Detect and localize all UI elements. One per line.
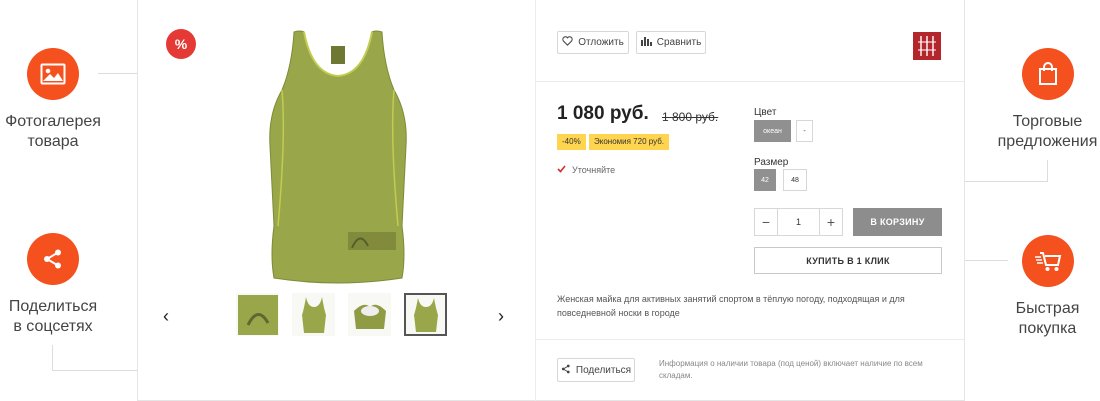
feature-offers-label-2: предложения	[997, 133, 1098, 150]
feature-offers-label-1: Торговые	[1012, 113, 1083, 130]
bar-chart-icon	[640, 36, 652, 49]
feature-quick-buy-label-2: покупка	[1018, 320, 1077, 337]
stock-status: Уточняйте	[557, 165, 615, 175]
gallery-prev-arrow[interactable]: ‹	[163, 306, 169, 327]
card-header-divider	[535, 81, 965, 82]
product-price: 1 080 руб.	[557, 103, 649, 124]
compare-button[interactable]: Сравнить	[636, 31, 706, 54]
feature-quick-buy-label-1: Быстрая	[1015, 300, 1080, 317]
product-description: Женская майка для активных занятий спорт…	[557, 294, 905, 318]
product-card: % ‹ › Отложить Сравнить 1 080 руб. 1 800…	[137, 0, 965, 401]
color-title: Цвет	[754, 107, 777, 118]
connector-offers-rise	[1047, 160, 1048, 182]
brand-logo[interactable]	[913, 32, 941, 60]
availability-note: Информация о наличии товара (под ценой) …	[659, 359, 923, 380]
shopping-bag-icon	[1021, 48, 1074, 100]
feature-share: Поделиться в соцсетях	[0, 233, 106, 337]
quantity-input[interactable]: 1	[777, 209, 820, 235]
quantity-stepper: − 1 +	[754, 208, 843, 236]
feature-quick-buy: Быстрая покупка	[995, 235, 1100, 339]
discount-tag: -40%	[557, 134, 586, 150]
size-title: Размер	[754, 157, 789, 168]
gallery-next-arrow[interactable]: ›	[498, 306, 504, 327]
defer-button[interactable]: Отложить	[557, 31, 629, 54]
feature-gallery: Фотогалерея товара	[0, 48, 106, 152]
compare-label: Сравнить	[656, 37, 702, 48]
fast-cart-icon	[1021, 235, 1074, 287]
color-option-dash[interactable]: -	[796, 120, 813, 142]
feature-share-label-1: Поделиться	[8, 298, 98, 315]
thumbnail-1[interactable]	[236, 293, 279, 336]
checkmark-icon	[557, 165, 566, 175]
feature-share-label-2: в соцсетях	[13, 318, 93, 335]
image-icon	[27, 48, 79, 100]
feature-gallery-label-1: Фотогалерея	[5, 113, 101, 130]
card-column-divider	[535, 0, 536, 401]
size-option-42[interactable]: 42	[754, 169, 776, 191]
feature-offers: Торговые предложения	[995, 48, 1100, 152]
share-button[interactable]: Поделиться	[557, 358, 635, 382]
share-small-icon	[561, 364, 571, 377]
product-old-price: 1 800 руб.	[662, 110, 719, 124]
gallery-thumbnails	[236, 293, 447, 336]
size-option-48[interactable]: 48	[783, 169, 807, 191]
feature-gallery-label-2: товара	[27, 133, 79, 150]
share-label: Поделиться	[575, 364, 632, 376]
stock-status-label: Уточняйте	[572, 165, 616, 175]
economy-tag: Экономия 720 руб.	[589, 134, 670, 150]
quantity-minus-button[interactable]: −	[755, 209, 777, 235]
product-main-image[interactable]	[256, 26, 421, 286]
heart-icon	[562, 36, 573, 49]
color-option-ocean[interactable]: океан	[754, 120, 791, 142]
buy-one-click-button[interactable]: КУПИТЬ В 1 КЛИК	[754, 247, 942, 274]
quantity-plus-button[interactable]: +	[820, 209, 842, 235]
thumbnail-3[interactable]	[348, 293, 391, 336]
add-to-cart-button[interactable]: В КОРЗИНУ	[853, 208, 942, 236]
thumbnail-4[interactable]	[404, 293, 447, 336]
discount-badge: %	[166, 29, 196, 59]
thumbnail-2[interactable]	[292, 293, 335, 336]
share-icon	[27, 233, 79, 285]
card-footer-divider	[535, 339, 965, 340]
defer-label: Отложить	[578, 37, 624, 48]
connector-share-drop	[52, 345, 53, 370]
